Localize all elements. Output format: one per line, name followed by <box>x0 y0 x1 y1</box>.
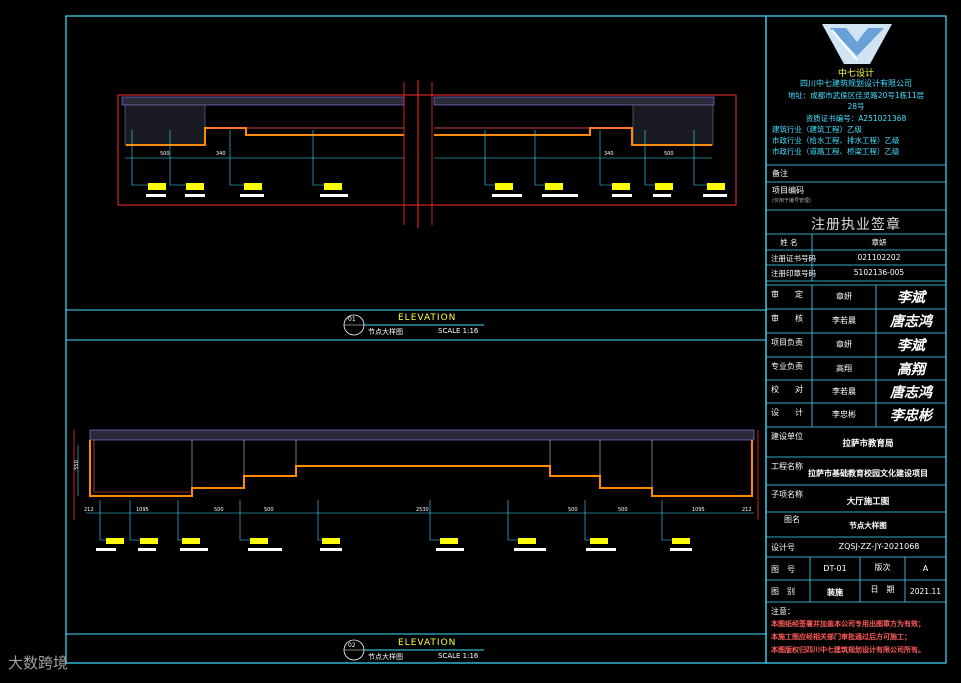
company-qual-3: 市政行业（道路工程、桥梁工程）乙级 <box>772 147 900 156</box>
dim-label: 340 <box>604 151 614 157</box>
project-value: 拉萨市基础教育校园文化建设项目 <box>808 469 928 478</box>
signoff-role: 专业负责 <box>771 362 803 371</box>
signoff-role: 审 核 <box>771 314 803 323</box>
version-label: 版次 <box>874 563 891 572</box>
notes-label: 注意： <box>771 607 795 616</box>
dim-label: 212 <box>742 507 752 513</box>
note-item: 本图纸经签署并加盖本公司专用出图章方为有效； <box>771 620 925 628</box>
sheet-no-value: DT-01 <box>823 564 847 573</box>
signoff-signature: 李忠彬 <box>890 408 932 424</box>
elevation-02-subtitle: 节点大样图 <box>368 653 403 661</box>
signoff-name: 章妍 <box>836 292 852 301</box>
dim-label: 212 <box>84 507 94 513</box>
signoff-signature: 高翔 <box>897 362 925 378</box>
design-no-label: 设计号 <box>771 543 795 552</box>
note-item: 本施工图应经相关部门审批通过后方可施工； <box>771 633 911 641</box>
subproject-value: 大厅施工图 <box>846 497 890 507</box>
dim-label: 1095 <box>692 507 705 513</box>
dim-label: 500 <box>214 507 224 513</box>
signoff-role: 校 对 <box>771 385 803 394</box>
type-value: 装施 <box>827 588 843 597</box>
date-label: 日 期 <box>870 585 895 594</box>
elevation-01-drawing <box>117 80 737 228</box>
signoff-name: 章妍 <box>836 340 852 349</box>
elevation-01-subtitle: 节点大样图 <box>368 328 403 336</box>
elevation-01-number: 01 <box>348 316 356 323</box>
signoff-role: 设 计 <box>771 408 803 417</box>
signoff-name: 高翔 <box>836 364 852 373</box>
dim-label: 1095 <box>136 507 149 513</box>
signoff-signature: 唐志鸿 <box>890 314 932 330</box>
company-qual-1: 建筑行业（建筑工程）乙级 <box>772 125 862 134</box>
company-logo <box>822 24 892 64</box>
registration-title: 注册执业签章 <box>811 217 901 233</box>
dim-label: 500 <box>264 507 274 513</box>
company-cert: 资质证书编号：A251021368 <box>805 114 907 123</box>
dim-label: 500 <box>618 507 628 513</box>
date-value: 2021.11 <box>909 587 941 596</box>
dim-label: 340 <box>216 151 226 157</box>
sheet-no-label: 图 号 <box>771 565 795 574</box>
reg-name-label: 姓 名 <box>780 238 798 247</box>
dim-label: 2530 <box>416 507 429 513</box>
elevation-02-scale: SCALE 1:16 <box>438 652 479 660</box>
signoff-name: 李若晨 <box>832 387 856 396</box>
type-label: 图 别 <box>771 587 795 596</box>
remarks-label: 备注 <box>772 169 788 178</box>
signoff-role: 审 定 <box>771 290 803 299</box>
dim-label: 550 <box>73 460 80 470</box>
version-value: A <box>922 564 929 573</box>
signoff-signature: 李斌 <box>897 290 925 306</box>
elevation-01-scale: SCALE 1:16 <box>438 327 479 335</box>
reg-name-value: 章妍 <box>871 238 887 247</box>
project-code-label: 项目编码 <box>772 186 804 195</box>
signoff-signature: 唐志鸿 <box>890 385 932 401</box>
signoff-name: 李忠彬 <box>832 410 856 419</box>
reg-seal-value: 5102136-005 <box>853 268 905 277</box>
company-address-2: 28号 <box>847 102 865 111</box>
reg-cert-label: 注册证书号码 <box>771 254 816 263</box>
signoff-signature: 李斌 <box>897 338 925 354</box>
elevation-02-title: ELEVATION <box>398 638 457 648</box>
project-code-note: (仅用于编号管理) <box>772 198 811 204</box>
elevation-01-title: ELEVATION <box>398 313 457 323</box>
company-full-name: 四川中七建筑规划设计有限公司 <box>800 79 912 88</box>
elevation-02-number: 02 <box>348 642 356 649</box>
client-value: 拉萨市教育局 <box>842 439 894 449</box>
note-item: 本图版权归四川中七建筑规划设计有限公司所有。 <box>771 646 925 654</box>
signoff-role: 项目负责 <box>771 338 803 347</box>
signoff-name: 李若晨 <box>832 316 856 325</box>
dim-label: 500 <box>664 151 674 157</box>
design-no-value: ZQSJ-ZZ-JY-2021068 <box>838 542 920 551</box>
dim-label: 500 <box>160 151 170 157</box>
company-address: 地址：成都市武侯区佳灵路20号1栋11层 <box>787 91 925 100</box>
drawing-name-value: 节点大样图 <box>849 521 887 530</box>
dim-label: 500 <box>568 507 578 513</box>
elevation-02-drawing <box>73 429 759 551</box>
watermark: 大数跨境 <box>8 654 69 672</box>
reg-cert-value: 021102202 <box>857 253 901 262</box>
company-qual-2: 市政行业（给水工程、排水工程）乙级 <box>772 136 900 145</box>
reg-seal-label: 注册印章号码 <box>771 269 816 278</box>
